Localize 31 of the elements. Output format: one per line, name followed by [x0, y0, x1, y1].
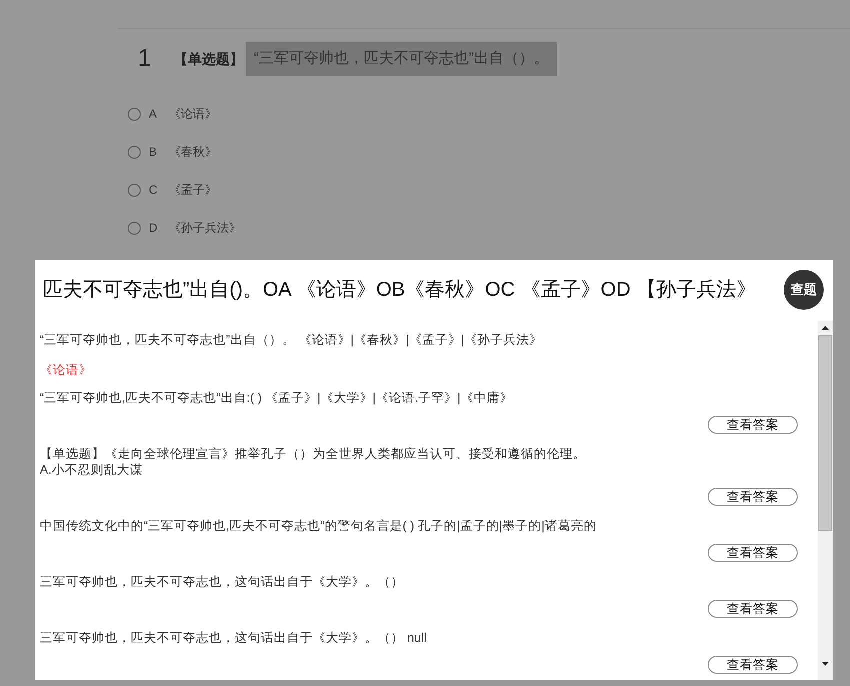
- option-letter: C: [149, 182, 159, 199]
- view-answer-button[interactable]: 查看答案: [708, 416, 798, 434]
- view-answer-button[interactable]: 查看答案: [708, 544, 798, 562]
- result-question-text: “三军可夺帅也,匹夫不可夺志也”出自:( ) 《孟子》|《大学》|《论语.子罕》|《中庸》: [40, 390, 514, 406]
- view-answer-button[interactable]: 查看答案: [708, 488, 798, 506]
- radio-button[interactable]: [128, 108, 141, 120]
- result-question-text: 【单选题】《走向全球伦理宣言》推举孔子（）为全世界人类都应当认可、接受和遵循的伦理。: [40, 446, 587, 462]
- question-type-tag: 【单选题】: [174, 48, 244, 70]
- question-number: 1: [138, 44, 152, 74]
- option-letter: D: [149, 220, 159, 237]
- search-button[interactable]: 查题: [784, 270, 824, 310]
- view-answer-button[interactable]: 查看答案: [708, 600, 798, 618]
- result-question-text: “三军可夺帅也，匹夫不可夺志也”出自（）。 《论语》|《春秋》|《孟子》|《孙子兵法》: [40, 332, 544, 348]
- radio-button[interactable]: [128, 222, 141, 234]
- result-question-text: 中国传统文化中的“三军可夺帅也,匹夫不可夺志也”的警句名言是( ) 孔子的|孟子的|墨子的|诸葛亮的: [40, 518, 598, 534]
- question-stem: “三军可夺帅也，匹夫不可夺志也”出自（）。: [246, 42, 557, 76]
- view-answer-button[interactable]: 查看答案: [708, 656, 798, 674]
- radio-button[interactable]: [128, 184, 141, 196]
- answer-text: 《论语》: [40, 362, 93, 378]
- result-question-text: 三军可夺帅也，匹夫不可夺志也，这句话出自于《大学》。（）: [40, 574, 405, 590]
- radio-button[interactable]: [128, 146, 141, 158]
- option-text: 《论语》: [169, 106, 217, 123]
- search-query-text: 匹夫不可夺志也”出自()。OA 《论语》OB《春秋》OC 《孟子》OD 【孙子兵法》: [43, 278, 756, 303]
- result-question-text: A.小不忍则乱大谋: [40, 462, 144, 478]
- option-letter: A: [149, 106, 158, 123]
- scrollbar[interactable]: [818, 321, 833, 680]
- option-text: 《春秋》: [169, 144, 217, 161]
- option-text: 《孙子兵法》: [169, 220, 241, 237]
- result-question-text: 三军可夺帅也，匹夫不可夺志也，这句话出自于《大学》。（） null: [40, 630, 428, 646]
- option-text: 《孟子》: [169, 182, 217, 199]
- option-letter: B: [149, 144, 158, 161]
